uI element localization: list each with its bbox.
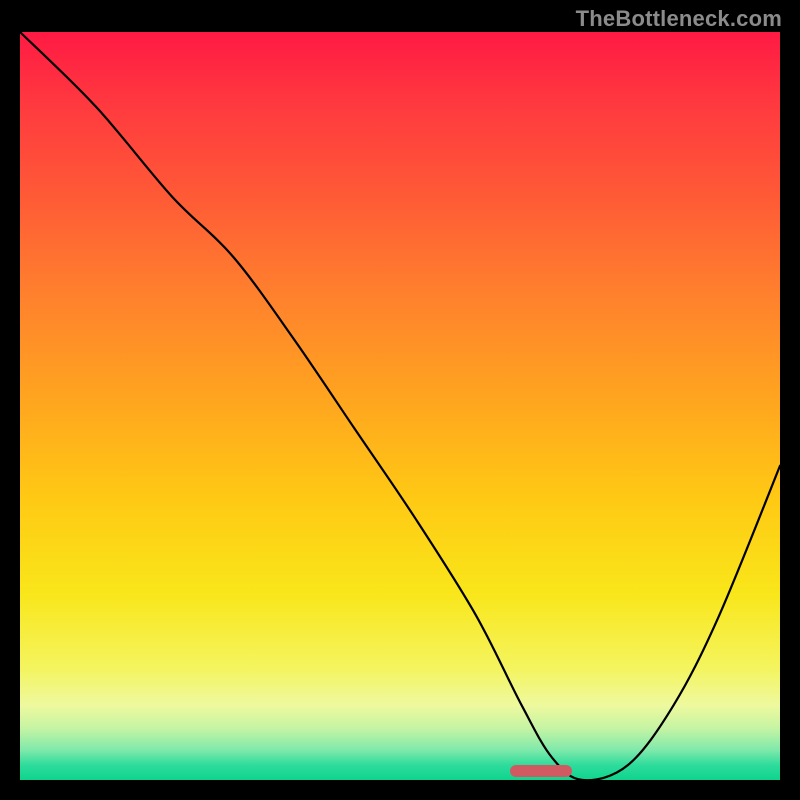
watermark-text: TheBottleneck.com — [576, 6, 782, 32]
chart-container: TheBottleneck.com — [0, 0, 800, 800]
optimum-marker — [510, 765, 572, 777]
plot-gradient-background — [20, 32, 780, 780]
